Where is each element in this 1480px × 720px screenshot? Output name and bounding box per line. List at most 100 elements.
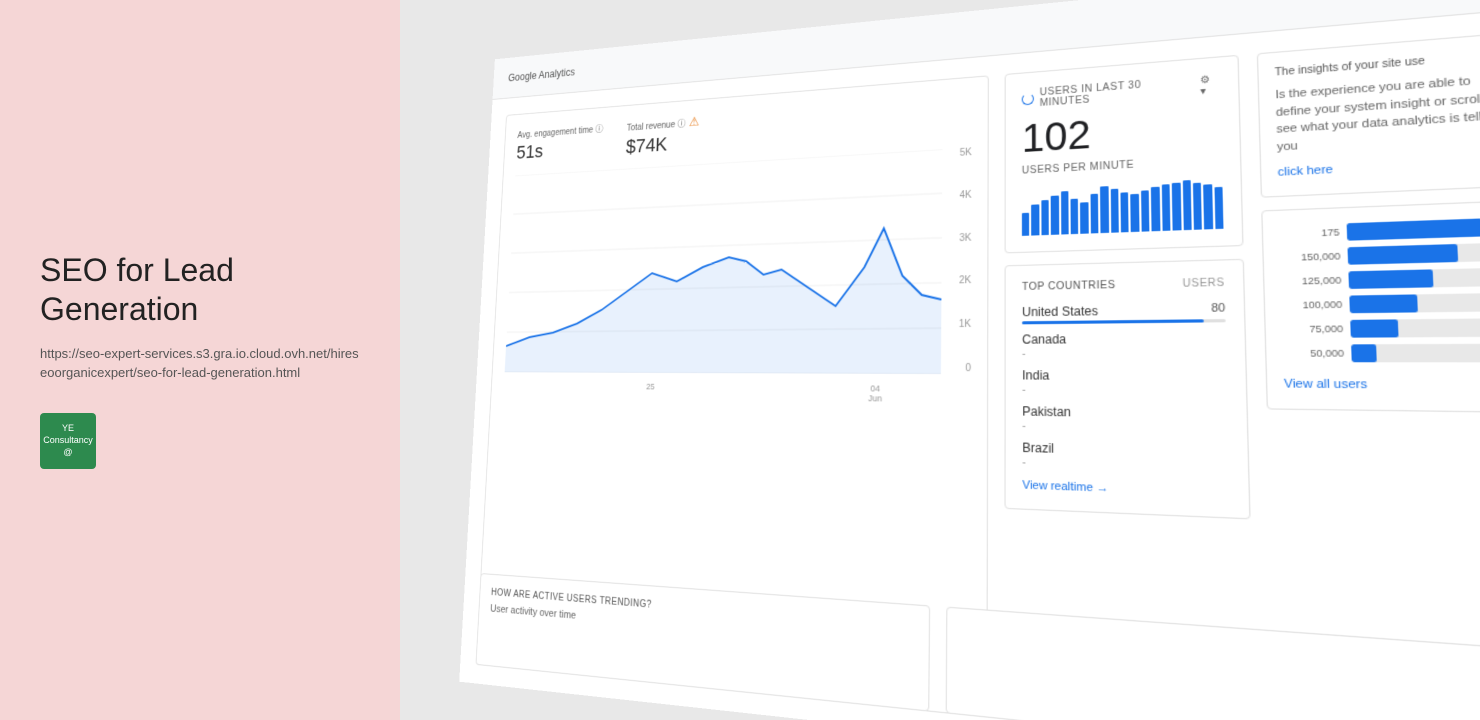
- analytics-panel: Google Analytics Avg. engagement time ⓘ …: [400, 0, 1480, 720]
- horiz-bar-label: 125,000: [1281, 275, 1342, 287]
- horiz-bar-track: [1348, 267, 1480, 289]
- analytics-header-title: Google Analytics: [508, 66, 575, 84]
- mini-bar-item: [1182, 180, 1191, 230]
- metric-revenue: Total revenue ⓘ ⚠ $74K: [625, 114, 699, 158]
- insights-card: The insights of your site use Is the exp…: [1257, 31, 1480, 198]
- y-axis-labels: 5K 4K 3K 2K 1K 0: [959, 147, 972, 374]
- country-dash-in: -: [1022, 385, 1227, 398]
- mini-bar-item: [1214, 187, 1223, 229]
- horiz-bar-fill: [1347, 244, 1458, 265]
- y-label-2k: 2K: [959, 276, 971, 287]
- horiz-bar-label: 150,000: [1280, 251, 1341, 263]
- y-label-3k: 3K: [959, 232, 971, 243]
- mini-bar-item: [1151, 187, 1160, 232]
- realtime-title: USERS IN LAST 30 MINUTES ⚙ ▾: [1022, 74, 1221, 111]
- mini-bar-item: [1161, 184, 1170, 231]
- horiz-bars: 175 150,000 125,000 100,000 75,000 50,000: [1279, 217, 1480, 362]
- page-title: SEO for Lead Generation: [40, 251, 360, 328]
- badge-icon: @: [63, 447, 72, 459]
- analytics-bg: Google Analytics Avg. engagement time ⓘ …: [459, 0, 1480, 720]
- mini-bars: [1022, 176, 1224, 235]
- horiz-bar-track: [1349, 293, 1480, 314]
- horiz-bar-fill: [1349, 294, 1417, 313]
- country-row-ca: Canada -: [1022, 331, 1226, 360]
- analytics-container: Google Analytics Avg. engagement time ⓘ …: [459, 0, 1480, 720]
- horiz-bar-fill: [1348, 269, 1433, 289]
- country-name-ca: Canada: [1022, 331, 1226, 347]
- horiz-bar-row: 75,000: [1282, 318, 1480, 338]
- realtime-count: 102: [1022, 104, 1222, 162]
- right-analytics-panel: The insights of your site use Is the exp…: [1257, 31, 1480, 720]
- company-badge: YE Consultancy @: [40, 413, 96, 469]
- mini-bar-item: [1131, 194, 1140, 232]
- horiz-bar-card: 175 150,000 125,000 100,000 75,000 50,000 Vie…: [1261, 199, 1480, 413]
- insights-link[interactable]: click here: [1278, 163, 1334, 179]
- country-row-br: Brazil -: [1022, 440, 1229, 475]
- mini-bar-item: [1032, 204, 1040, 235]
- horiz-bar-label: 75,000: [1282, 323, 1343, 335]
- country-name-us: United States: [1022, 304, 1098, 319]
- country-row-pk: Pakistan -: [1022, 404, 1228, 436]
- mini-bar-item: [1022, 213, 1030, 236]
- mini-bar-item: [1051, 196, 1059, 235]
- realtime-refresh-icon: [1022, 93, 1034, 105]
- mini-bar-item: [1141, 190, 1150, 231]
- realtime-settings-icon: ⚙ ▾: [1200, 74, 1220, 98]
- metric-engagement: Avg. engagement time ⓘ 51s: [516, 121, 604, 165]
- revenue-value: $74K: [625, 131, 699, 159]
- horiz-bar-fill: [1347, 218, 1480, 240]
- mini-bar-item: [1041, 200, 1049, 235]
- horiz-bar-track: [1347, 242, 1480, 265]
- view-realtime-link[interactable]: View realtime →: [1022, 479, 1230, 499]
- horiz-bar-label: 50,000: [1283, 348, 1344, 359]
- horiz-bar-fill: [1350, 319, 1398, 337]
- horiz-bar-label: 175: [1279, 227, 1339, 240]
- country-bar-us-fill: [1022, 319, 1204, 324]
- mini-bar-item: [1061, 191, 1069, 234]
- mini-bar-item: [1193, 183, 1202, 230]
- mini-bar-item: [1090, 194, 1098, 234]
- mini-bar-item: [1203, 184, 1212, 229]
- horiz-bar-row: 100,000: [1281, 293, 1480, 314]
- mini-bar-item: [1100, 186, 1108, 233]
- mini-bar-item: [1172, 183, 1181, 231]
- country-name-in: India: [1022, 368, 1227, 384]
- y-label-1k: 1K: [959, 319, 971, 330]
- view-all-link[interactable]: View all users: [1284, 378, 1368, 392]
- horiz-bar-row: 50,000: [1283, 344, 1480, 363]
- left-panel: SEO for Lead Generation https://seo-expe…: [0, 0, 400, 720]
- horiz-bar-track: [1347, 217, 1480, 241]
- line-chart: 5K 4K 3K 2K 1K 0: [503, 147, 972, 404]
- x-label-1: [549, 381, 550, 399]
- country-row-in: India -: [1022, 368, 1227, 398]
- x-axis-labels: 25 04Jun: [503, 381, 941, 404]
- badge-text: YE Consultancy: [40, 423, 96, 446]
- country-name-pk: Pakistan: [1022, 404, 1228, 422]
- warn-icon: ⚠: [689, 114, 700, 130]
- country-dash-ca: -: [1022, 348, 1226, 360]
- country-row-us: United States 80: [1022, 302, 1226, 324]
- horiz-bar-fill: [1351, 344, 1377, 362]
- line-chart-svg: [505, 149, 943, 374]
- insights-text: Is the experience you are able to define…: [1275, 70, 1480, 156]
- y-label-4k: 4K: [960, 190, 972, 201]
- y-label-0: 0: [965, 363, 971, 374]
- horiz-bar-label: 100,000: [1281, 299, 1342, 311]
- engagement-value: 51s: [516, 136, 603, 164]
- realtime-card: USERS IN LAST 30 MINUTES ⚙ ▾ 102 USERS P…: [1005, 55, 1244, 254]
- y-label-5k: 5K: [960, 147, 972, 158]
- mini-bar-item: [1121, 192, 1130, 232]
- horiz-bar-row: 125,000: [1281, 267, 1480, 290]
- horiz-bar-row: 175: [1279, 217, 1480, 243]
- top-countries-card: TOP COUNTRIES USERS United States 80: [1005, 259, 1251, 520]
- page-url: https://seo-expert-services.s3.gra.io.cl…: [40, 344, 360, 383]
- mini-bar-item: [1110, 189, 1118, 233]
- x-label-blank: [758, 383, 759, 402]
- mini-bar-item: [1071, 199, 1079, 235]
- horiz-bar-track: [1350, 318, 1480, 338]
- mini-bar-item: [1080, 202, 1088, 234]
- x-label-jun: 04Jun: [868, 384, 882, 404]
- horiz-bar-track: [1351, 344, 1480, 363]
- countries-title: TOP COUNTRIES USERS: [1022, 277, 1225, 293]
- horiz-bar-row: 150,000: [1280, 242, 1480, 266]
